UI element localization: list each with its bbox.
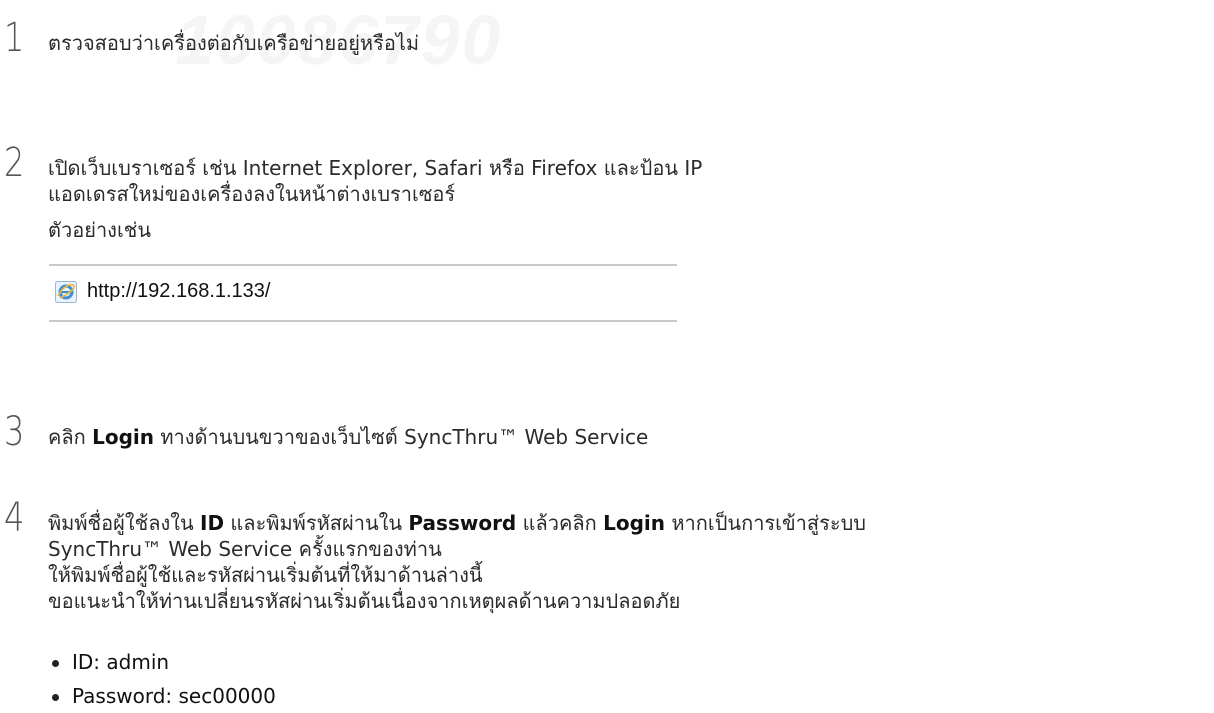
login-term: Login (603, 511, 665, 535)
step-text-part: หากเป็นการเข้าสู่ระบบ (665, 511, 866, 535)
step-line: SyncThru™ Web Service ครั้งแรกของท่าน (48, 537, 442, 561)
step-text-part: ทางด้านบนขวาของเว็บไซต์ SyncThru™ Web Se… (154, 425, 649, 449)
step-line: ขอแนะนำให้ท่านเปลี่ยนรหัสผ่านเริ่มต้นเนื… (48, 589, 681, 613)
credentials-list: ID: admin Password: sec00000 (50, 645, 276, 713)
step-line: เปิดเว็บเบราเซอร์ เช่น Internet Explorer… (48, 156, 703, 180)
step-text-part: และพิมพ์รหัสผ่านใน (224, 511, 409, 535)
url-text: http://192.168.1.133/ (87, 280, 271, 302)
step-text-part: แล้วคลิก (516, 511, 604, 535)
step-text: คลิก Login ทางด้านบนขวาของเว็บไซต์ SyncT… (48, 424, 648, 450)
step-text: พิมพ์ชื่อผู้ใช้ลงใน ID และพิมพ์รหัสผ่านใ… (48, 510, 866, 614)
step-text: ตรวจสอบว่าเครื่องต่อกับเครือข่ายอยู่หรือ… (48, 30, 419, 56)
bullet-id: ID: admin (50, 645, 276, 679)
password-term: Password (408, 511, 517, 535)
step-line: คลิก Login ทางด้านบนขวาของเว็บไซต์ SyncT… (48, 424, 648, 450)
step-text-part: คลิก (48, 425, 93, 449)
step-text-part: พิมพ์ชื่อผู้ใช้ลงใน (48, 511, 201, 535)
step-text: เปิดเว็บเบราเซอร์ เช่น Internet Explorer… (48, 155, 702, 243)
bullet-password: Password: sec00000 (50, 679, 276, 713)
step-line: ตรวจสอบว่าเครื่องต่อกับเครือข่ายอยู่หรือ… (48, 31, 420, 55)
step-number: 1 (4, 15, 25, 61)
step-line: ให้พิมพ์ชื่อผู้ใช้และรหัสผ่านเริ่มต้นที่… (48, 563, 483, 587)
id-term: ID (200, 511, 225, 535)
step-line: แอดเดรสใหม่ของเครื่องลงในหน้าต่างเบราเซอ… (48, 182, 456, 206)
step-line: พิมพ์ชื่อผู้ใช้ลงใน ID และพิมพ์รหัสผ่านใ… (48, 510, 866, 536)
step-number: 2 (4, 140, 25, 186)
step-number: 4 (4, 495, 25, 541)
example-label: ตัวอย่างเช่น (48, 218, 152, 242)
internet-explorer-icon (55, 281, 77, 303)
login-term: Login (92, 425, 155, 449)
browser-address-bar: http://192.168.1.133/ (49, 264, 677, 322)
step-number: 3 (4, 409, 25, 455)
